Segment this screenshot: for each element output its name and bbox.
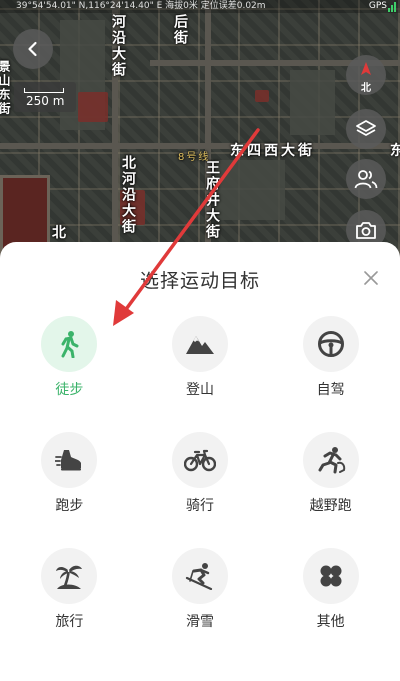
trail-runner-icon (318, 447, 345, 474)
map-view[interactable]: 39°54'54.01" N,116°24'14.40" E 海拔0米 定位误差… (0, 0, 400, 260)
friends-button[interactable] (346, 159, 386, 199)
coordinate-readout: 39°54'54.01" N,116°24'14.40" E 海拔0米 定位误差… (0, 0, 400, 13)
gps-signal-icon (388, 2, 398, 12)
activity-icon-circle (41, 316, 98, 372)
activity-icon-circle (41, 548, 98, 604)
map-label-metro: 8号线 (178, 152, 211, 163)
layers-button[interactable] (346, 109, 386, 149)
activity-label: 跑步 (55, 498, 84, 514)
compass-button[interactable]: 北 (346, 55, 386, 95)
activity-picker-sheet: 选择运动目标 徒步 登山 自驾 跑步 骑行 越野跑 旅行 滑雪 其他 (0, 242, 400, 681)
activity-option-cycling[interactable]: 骑行 (135, 432, 266, 515)
activity-icon-circle (171, 316, 228, 372)
map-label-street: 北河沿大街 (120, 155, 136, 235)
activity-icon-circle (302, 316, 359, 372)
map-label-street: 王府井大街 (204, 160, 220, 240)
activity-label: 其他 (316, 614, 345, 630)
map-label-street: 东四西大街 (230, 143, 315, 159)
walking-icon (61, 331, 79, 358)
palm-tree-icon (56, 565, 83, 589)
activity-label: 越野跑 (309, 498, 352, 514)
people-icon (354, 170, 378, 189)
bicycle-icon (183, 449, 216, 472)
steering-wheel-icon (317, 331, 344, 357)
map-red-building (255, 90, 269, 102)
sheet-title: 选择运动目标 (139, 270, 260, 292)
close-button[interactable] (362, 269, 380, 287)
map-block (290, 70, 335, 135)
activity-icon-circle (302, 548, 359, 604)
activity-icon-circle (171, 432, 228, 488)
activity-icon-circle (171, 548, 228, 604)
activity-label: 滑雪 (185, 614, 214, 630)
map-red-building (78, 92, 108, 122)
activity-icon-circle (302, 432, 359, 488)
layers-icon (356, 120, 376, 136)
map-label-street: 景山东街 (0, 60, 11, 116)
activity-label: 自驾 (316, 382, 345, 398)
activity-option-running[interactable]: 跑步 (4, 432, 135, 515)
map-block (215, 160, 285, 220)
map-label-street: 东 (390, 143, 400, 159)
compass-icon (361, 62, 371, 75)
back-button[interactable] (13, 29, 53, 69)
mountain-icon (185, 336, 214, 354)
map-label-street: 北 (52, 225, 68, 241)
scale-bar-icon (24, 88, 64, 93)
activity-option-driving[interactable]: 自驾 (265, 316, 396, 399)
clover-icon (320, 565, 342, 587)
scale-text: 250 m (26, 94, 65, 108)
compass-label: 北 (361, 83, 371, 94)
map-scale: 250 m (14, 82, 76, 112)
chevron-left-icon (28, 41, 37, 57)
activity-label: 登山 (185, 382, 214, 398)
running-shoe-icon (55, 450, 82, 471)
activity-icon-circle (41, 432, 98, 488)
map-label-street: 后街 (172, 14, 188, 46)
skier-icon (185, 563, 213, 590)
gps-label: GPS (368, 1, 387, 11)
activity-option-other[interactable]: 其他 (265, 548, 396, 631)
activity-option-travel[interactable]: 旅行 (4, 548, 135, 631)
activity-grid: 徒步 登山 自驾 跑步 骑行 越野跑 旅行 滑雪 其他 (4, 316, 396, 631)
activity-option-trail-running[interactable]: 越野跑 (265, 432, 396, 515)
close-icon (364, 271, 378, 285)
map-label-street: 河沿大街 (110, 14, 126, 78)
activity-option-mountaineering[interactable]: 登山 (135, 316, 266, 399)
activity-option-hiking[interactable]: 徒步 (4, 316, 135, 399)
camera-icon (356, 222, 376, 239)
activity-label: 旅行 (55, 614, 84, 630)
activity-label: 徒步 (55, 382, 84, 398)
coordinate-text: 39°54'54.01" N,116°24'14.40" E 海拔0米 定位误差… (16, 1, 266, 11)
activity-label: 骑行 (185, 498, 214, 514)
activity-option-skiing[interactable]: 滑雪 (135, 548, 266, 631)
